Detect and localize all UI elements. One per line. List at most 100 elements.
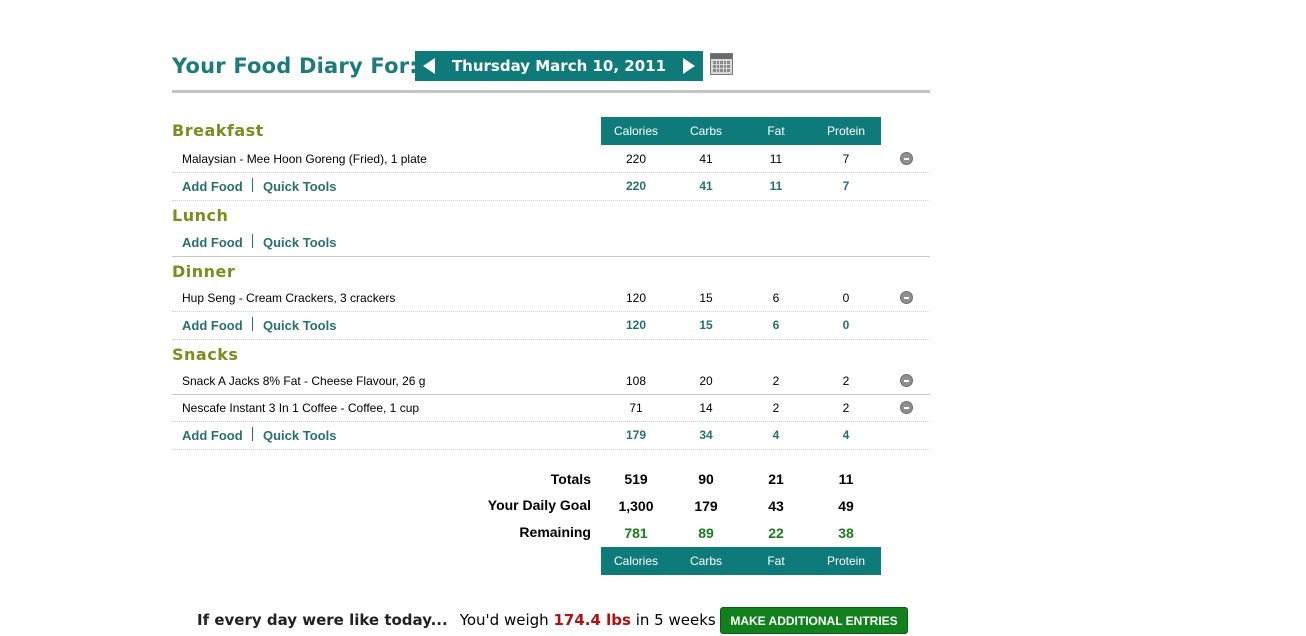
food-carbs: 14 [699, 401, 713, 415]
diary-header: Your Food Diary For: [172, 50, 418, 81]
remaining-fat: 22 [768, 525, 784, 541]
link-separator [252, 317, 253, 331]
food-protein: 0 [842, 291, 850, 305]
date-navigator: Thursday March 10, 2011 [415, 51, 703, 81]
food-calories: 108 [625, 374, 647, 388]
food-name[interactable]: Nescafe Instant 3 In 1 Coffee - Coffee, … [182, 401, 419, 415]
sum-carbs: 41 [699, 179, 713, 193]
quick-tools-link[interactable]: Quick Tools [263, 235, 336, 250]
meal-title-snacks: Snacks [172, 345, 239, 364]
calendar-icon[interactable] [710, 53, 733, 75]
add-food-link[interactable]: Add Food [182, 318, 243, 333]
quick-tools-link[interactable]: Quick Tools [263, 318, 336, 333]
meal-summary-lunch: Add Food Quick Tools [172, 229, 930, 256]
sum-calories: 120 [625, 318, 647, 332]
food-name[interactable]: Malaysian - Mee Hoon Goreng (Fried), 1 p… [182, 152, 427, 166]
sum-carbs: 15 [699, 318, 713, 332]
food-carbs: 15 [699, 291, 713, 305]
link-separator [252, 234, 253, 248]
sum-protein: 4 [842, 428, 850, 442]
remaining-calories: 781 [624, 525, 648, 541]
make-additional-entries-button[interactable]: MAKE ADDITIONAL ENTRIES [720, 607, 908, 634]
sum-calories: 220 [625, 179, 647, 193]
meal-summary-snacks: Add Food Quick Tools 179 34 4 4 [172, 422, 930, 449]
food-protein: 2 [842, 401, 850, 415]
triangle-left-icon [423, 58, 435, 74]
food-fat: 11 [769, 152, 783, 166]
projection-pre: You'd weigh [459, 611, 549, 629]
food-row: Nescafe Instant 3 In 1 Coffee - Coffee, … [172, 394, 930, 421]
row-divider [172, 339, 930, 340]
goal-protein: 49 [838, 498, 854, 514]
food-row: Malaysian - Mee Hoon Goreng (Fried), 1 p… [172, 145, 930, 172]
projection-post: in 5 weeks [635, 611, 716, 629]
sum-fat: 11 [769, 179, 783, 193]
sum-fat: 6 [772, 318, 780, 332]
food-fat: 6 [772, 291, 780, 305]
remaining-protein: 38 [838, 525, 854, 541]
meal-summary-breakfast: Add Food Quick Tools 220 41 11 7 [172, 173, 930, 200]
weight-projection: If every day were like today... You'd we… [197, 606, 716, 634]
food-calories: 220 [625, 152, 647, 166]
food-calories: 120 [625, 291, 647, 305]
projected-weight: 174.4 lbs [553, 611, 631, 629]
row-divider [172, 200, 930, 201]
add-food-link[interactable]: Add Food [182, 235, 243, 250]
current-date: Thursday March 10, 2011 [451, 57, 667, 75]
remove-circle-icon[interactable] [900, 401, 913, 414]
food-name[interactable]: Hup Seng - Cream Crackers, 3 crackers [182, 291, 395, 305]
page-title: Your Food Diary For: [172, 53, 418, 78]
col-footer-carbs: Carbs [671, 547, 742, 575]
add-food-link[interactable]: Add Food [182, 428, 243, 443]
food-fat: 2 [772, 374, 780, 388]
food-protein: 7 [842, 152, 850, 166]
food-name[interactable]: Snack A Jacks 8% Fat - Cheese Flavour, 2… [182, 374, 425, 388]
totals-calories: 519 [624, 471, 648, 487]
remaining-carbs: 89 [698, 525, 714, 541]
remove-circle-icon[interactable] [900, 291, 913, 304]
totals-protein: 11 [838, 471, 854, 487]
projection-lead: If every day were like today... [197, 611, 448, 629]
col-header-fat: Fat [741, 117, 812, 145]
meal-title-lunch: Lunch [172, 206, 229, 225]
meal-summary-dinner: Add Food Quick Tools 120 15 6 0 [172, 312, 930, 339]
remove-circle-icon[interactable] [900, 374, 913, 387]
col-footer-calories: Calories [601, 547, 672, 575]
col-footer-protein: Protein [811, 547, 882, 575]
prev-day-button[interactable] [415, 51, 443, 81]
col-footer-fat: Fat [741, 547, 812, 575]
sum-fat: 4 [772, 428, 780, 442]
quick-tools-link[interactable]: Quick Tools [263, 428, 336, 443]
goal-carbs: 179 [694, 498, 718, 514]
food-protein: 2 [842, 374, 850, 388]
quick-tools-link[interactable]: Quick Tools [263, 179, 336, 194]
col-header-protein: Protein [811, 117, 882, 145]
sum-protein: 7 [842, 179, 850, 193]
header-divider [172, 90, 930, 93]
totals-fat: 21 [768, 471, 784, 487]
col-header-calories: Calories [601, 117, 672, 145]
sum-carbs: 34 [699, 428, 713, 442]
meal-title-dinner: Dinner [172, 262, 236, 281]
next-day-button[interactable] [675, 51, 703, 81]
remaining-label: Remaining [519, 524, 591, 540]
goal-fat: 43 [768, 498, 784, 514]
sum-calories: 179 [625, 428, 647, 442]
triangle-right-icon [682, 58, 695, 74]
daily-goal-label: Your Daily Goal [487, 497, 591, 513]
row-divider [172, 256, 930, 257]
remove-circle-icon[interactable] [900, 152, 913, 165]
food-fat: 2 [772, 401, 780, 415]
food-row: Hup Seng - Cream Crackers, 3 crackers 12… [172, 284, 930, 311]
food-carbs: 41 [699, 152, 713, 166]
goal-calories: 1,300 [618, 498, 654, 514]
link-separator [252, 427, 253, 441]
sum-protein: 0 [842, 318, 850, 332]
add-food-link[interactable]: Add Food [182, 179, 243, 194]
food-carbs: 20 [699, 374, 713, 388]
col-header-carbs: Carbs [671, 117, 742, 145]
link-separator [252, 178, 253, 192]
food-row: Snack A Jacks 8% Fat - Cheese Flavour, 2… [172, 367, 930, 394]
food-calories: 71 [629, 401, 643, 415]
totals-label: Totals [550, 471, 591, 487]
